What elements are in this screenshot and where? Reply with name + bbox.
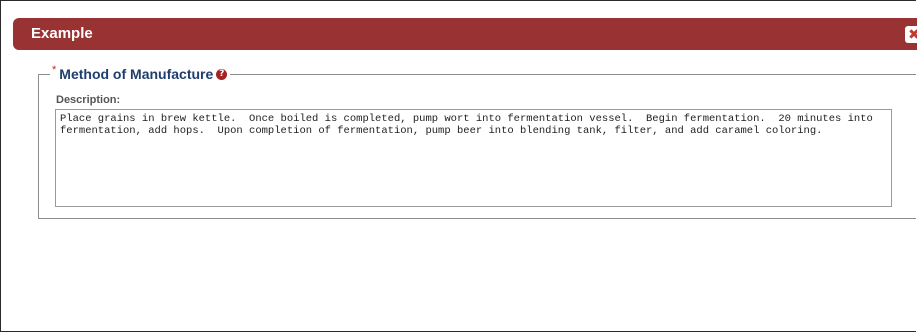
description-textarea[interactable]: Place grains in brew kettle. Once boiled… — [55, 109, 892, 207]
section-title: Method of Manufacture — [59, 66, 214, 82]
close-button[interactable]: ✖ — [905, 26, 917, 43]
dialog-window: Example ✖ * Method of Manufacture ? Desc… — [0, 0, 917, 332]
required-marker: * — [52, 64, 57, 76]
dialog-title: Example — [31, 25, 93, 42]
dialog-titlebar: Example ✖ — [13, 18, 917, 50]
close-icon: ✖ — [908, 26, 917, 43]
question-icon[interactable]: ? — [216, 68, 228, 80]
fieldset-legend: * Method of Manufacture ? — [50, 64, 231, 83]
description-label: Description: — [56, 94, 121, 106]
